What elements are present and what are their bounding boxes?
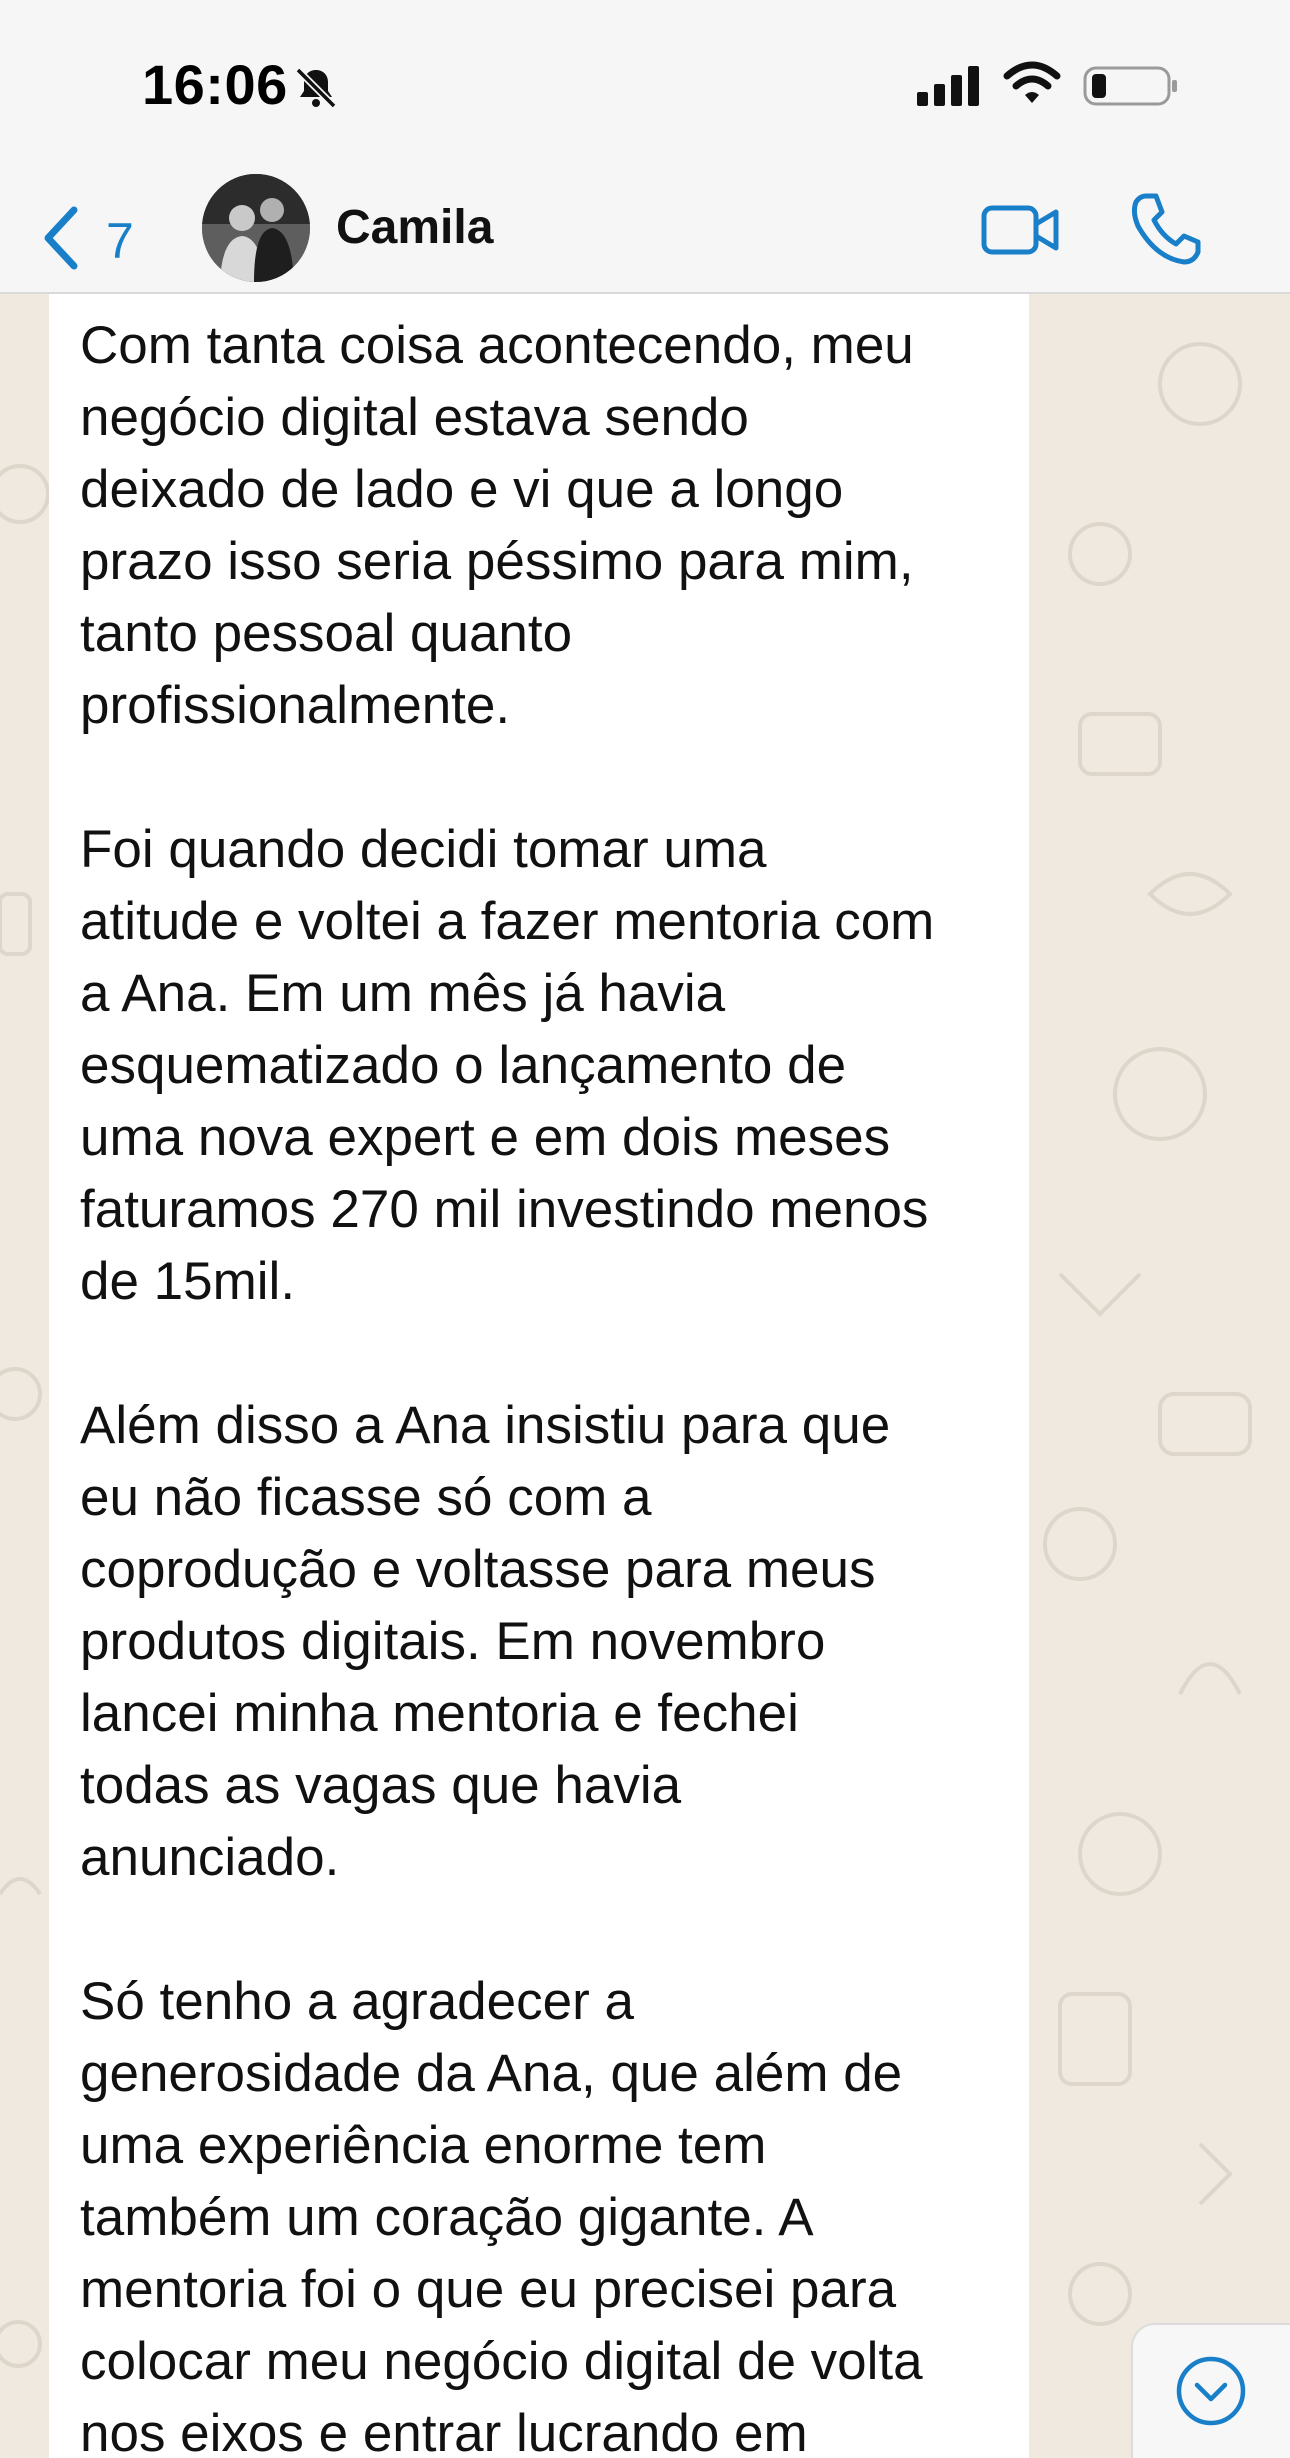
chat-area[interactable]: Com tanta coisa acontecendo, meu negócio … — [0, 294, 1290, 2458]
message-line: tanto pessoal quanto — [80, 604, 573, 663]
message-line: nos eixos e entrar lucrando em — [80, 2404, 808, 2458]
message-line — [80, 1318, 1025, 1390]
battery-low-icon — [1083, 66, 1177, 106]
message-line: faturamos 270 mil investindo menos — [80, 1180, 929, 1239]
message-line: Foi quando decidi tomar uma — [80, 820, 767, 879]
message-line: esquematizado o lançamento de — [80, 1036, 847, 1095]
message-line: anunciado. — [80, 1828, 340, 1887]
message-text: Com tanta coisa acontecendo, meu negócio … — [80, 310, 1025, 2458]
unread-count: 7 — [106, 213, 134, 269]
chevron-left-icon — [44, 206, 78, 270]
message-line: uma nova expert e em dois meses — [80, 1108, 891, 1167]
message-line: eu não ficasse só com a — [80, 1468, 652, 1527]
message-line: deixado de lado e vi que a longo — [80, 460, 844, 519]
message-line: também um coração gigante. A — [80, 2188, 814, 2247]
message-line: colocar meu negócio digital de volta — [80, 2332, 923, 2391]
scroll-to-bottom-button[interactable] — [1131, 2323, 1290, 2458]
back-button[interactable]: 7 — [30, 192, 160, 272]
wifi-icon — [1003, 61, 1061, 103]
message-line: de 15mil. — [80, 1252, 296, 1311]
chevron-down-circle-icon — [1176, 2356, 1246, 2426]
message-line — [80, 742, 1025, 814]
message-line — [80, 1894, 1025, 1966]
message-line: Além disso a Ana insistiu para que — [80, 1396, 891, 1455]
message-line: todas as vagas que havia — [80, 1756, 682, 1815]
message-line: lancei minha mentoria e fechei — [80, 1684, 799, 1743]
message-line: mentoria foi o que eu precisei para — [80, 2260, 897, 2319]
cellular-signal-icon — [917, 66, 979, 106]
phone-icon[interactable] — [1128, 190, 1202, 268]
avatar-photo — [202, 174, 310, 282]
message-line: Com tanta coisa acontecendo, meu — [80, 316, 914, 375]
message-bubble[interactable]: Com tanta coisa acontecendo, meu negócio … — [49, 294, 1029, 2458]
message-line: uma experiência enorme tem — [80, 2116, 767, 2175]
message-line: atitude e voltei a fazer mentoria com — [80, 892, 935, 951]
message-line: a Ana. Em um mês já havia — [80, 964, 726, 1023]
contact-name[interactable]: Camila — [336, 200, 493, 255]
chat-header: 7 Camila — [0, 170, 1290, 294]
message-line: produtos digitais. Em novembro — [80, 1612, 826, 1671]
bell-slash-icon — [295, 67, 337, 109]
message-line: profissionalmente. — [80, 676, 511, 735]
message-line: coprodução e voltasse para meus — [80, 1540, 876, 1599]
video-camera-icon[interactable] — [980, 194, 1062, 266]
message-line: Só tenho a agradecer a — [80, 1972, 634, 2031]
avatar[interactable] — [202, 174, 310, 282]
message-line: negócio digital estava sendo — [80, 388, 749, 447]
status-bar: 16:06 — [0, 0, 1290, 170]
message-line: prazo isso seria péssimo para mim, — [80, 532, 914, 591]
status-time: 16:06 — [142, 53, 288, 116]
message-line: generosidade da Ana, que além de — [80, 2044, 903, 2103]
